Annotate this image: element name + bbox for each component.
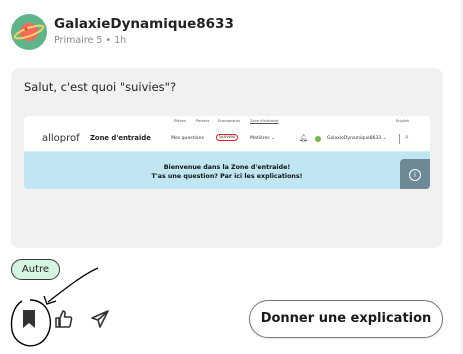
bell-icon: 🔔︎ [299, 134, 308, 142]
screenshot-welcome: Bienvenue dans la Zone d'entraide! [163, 164, 291, 171]
screenshot-user: GalaxieDynamique8633 ⌄ [327, 136, 387, 141]
screenshot-link: Matières ⌄ [250, 136, 275, 141]
avatar[interactable] [11, 14, 47, 50]
question-card: Salut, c'est quoi "suivies"? Élèves Pare… [11, 68, 443, 248]
subject-tag[interactable]: Autre [11, 259, 60, 280]
bookmark-icon [23, 310, 35, 328]
screenshot-topnav-item: English [396, 119, 409, 123]
attached-screenshot[interactable]: Élèves Parents Enseignants Zone d'entrai… [24, 116, 430, 189]
info-button[interactable]: i [400, 159, 430, 189]
username[interactable]: GalaxieDynamique8633 [54, 16, 234, 32]
screenshot-logo: alloprof [42, 133, 80, 144]
screenshot-topnav: Élèves Parents Enseignants Zone d'entrai… [24, 116, 430, 127]
like-button[interactable] [54, 309, 74, 333]
avatar-dot [315, 136, 321, 142]
thumbs-up-icon [55, 310, 73, 328]
screenshot-topnav-item: Élèves [174, 119, 186, 123]
share-icon [91, 310, 109, 328]
screenshot-zone-title: Zone d'entraide [90, 134, 151, 142]
planet-icon [13, 23, 45, 41]
screenshot-topnav-item: Parents [196, 119, 210, 123]
divider [399, 134, 400, 144]
share-button[interactable] [90, 309, 110, 333]
screenshot-topnav-item: Enseignants [218, 119, 240, 123]
screenshot-topnav-item: Zone d'entraide [250, 119, 279, 123]
screenshot-subtitle: T'as une question? Par ici les explicati… [151, 173, 303, 180]
info-icon: i [409, 169, 421, 181]
screenshot-link-circled: Suivies [216, 134, 239, 141]
bookmark-button[interactable] [20, 309, 38, 333]
search-icon: ⌕ [405, 133, 409, 141]
question-text: Salut, c'est quoi "suivies"? [24, 80, 177, 94]
post-meta: Primaire 5 • 1h [54, 35, 127, 46]
give-explanation-button[interactable]: Donner une explication [249, 300, 443, 338]
screenshot-nav: alloprof Zone d'entraide Mes questions S… [24, 127, 430, 152]
screenshot-link: Mes questions [171, 136, 204, 141]
